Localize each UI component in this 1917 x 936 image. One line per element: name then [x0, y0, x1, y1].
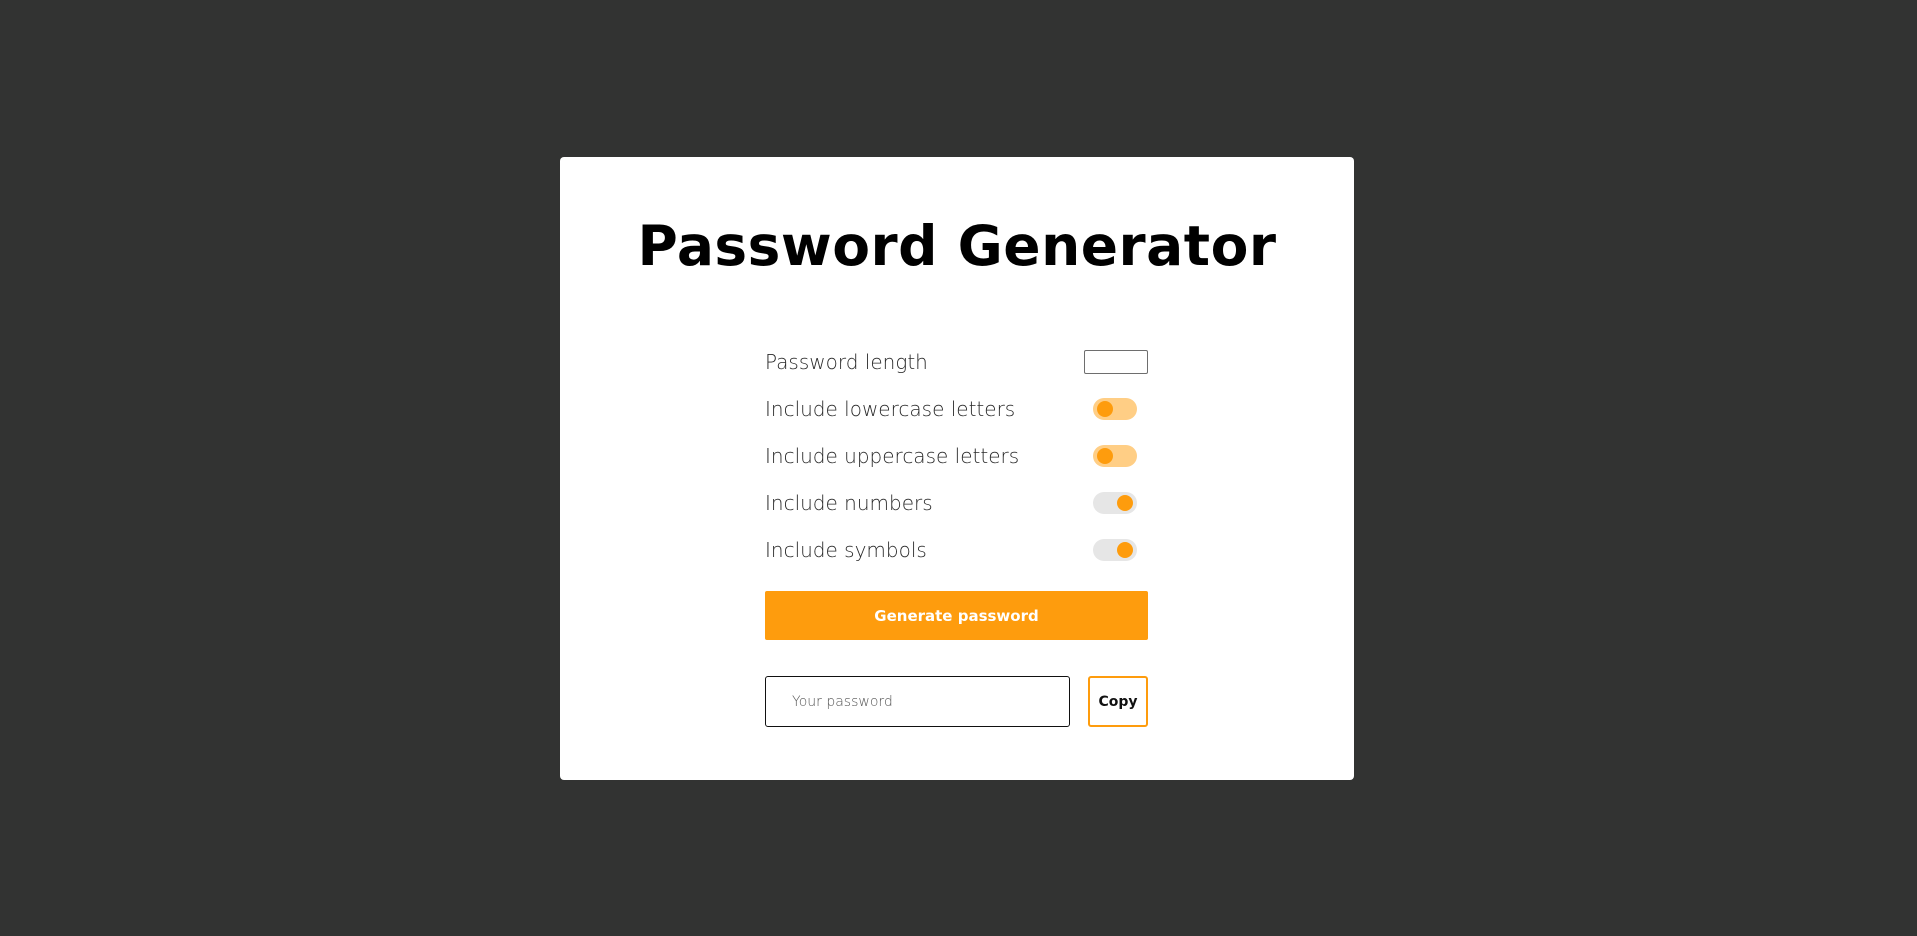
copy-button[interactable]: Copy — [1088, 676, 1148, 727]
symbols-label: Include symbols — [765, 537, 927, 562]
setting-row-symbols: Include symbols — [765, 526, 1148, 573]
lowercase-toggle[interactable] — [1093, 397, 1137, 420]
toggle-knob — [1117, 494, 1133, 511]
setting-row-length: Password length — [765, 338, 1148, 385]
symbols-toggle[interactable] — [1093, 538, 1137, 561]
password-length-input[interactable] — [1084, 349, 1148, 374]
password-length-label: Password length — [765, 349, 928, 374]
toggle-knob — [1117, 541, 1133, 558]
uppercase-toggle[interactable] — [1093, 444, 1137, 467]
setting-row-uppercase: Include uppercase letters — [765, 432, 1148, 479]
page-title: Password Generator — [637, 214, 1277, 278]
toggle-knob — [1097, 447, 1113, 464]
password-output-field[interactable] — [765, 676, 1070, 727]
uppercase-label: Include uppercase letters — [765, 443, 1020, 468]
numbers-label: Include numbers — [765, 490, 933, 515]
password-generator-card: Password Generator Password length Inclu… — [560, 157, 1354, 780]
lowercase-label: Include lowercase letters — [765, 396, 1016, 421]
settings-list: Password length Include lowercase letter… — [765, 338, 1148, 573]
setting-row-lowercase: Include lowercase letters — [765, 385, 1148, 432]
setting-row-numbers: Include numbers — [765, 479, 1148, 526]
generate-password-button[interactable]: Generate password — [765, 591, 1148, 640]
numbers-toggle[interactable] — [1093, 491, 1137, 514]
toggle-knob — [1097, 400, 1113, 417]
